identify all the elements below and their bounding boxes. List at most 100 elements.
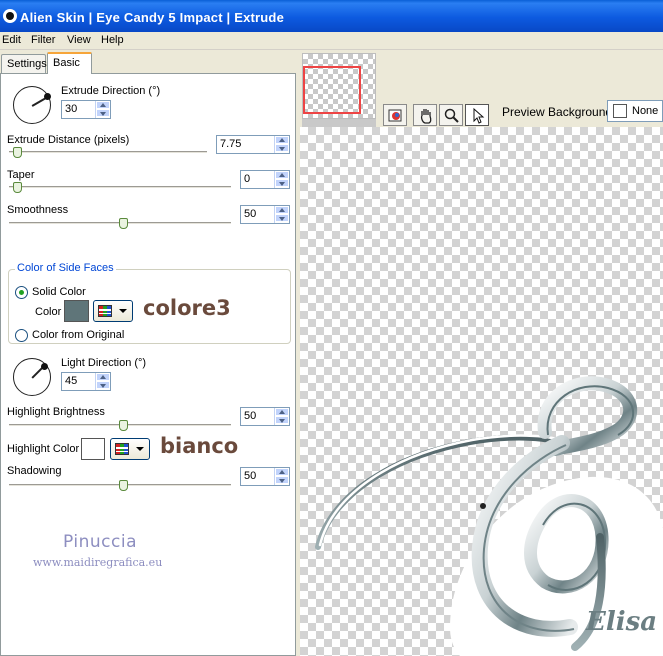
color-palette-icon [115, 443, 129, 455]
preview-canvas[interactable]: Elisa [298, 127, 663, 656]
side-face-color-picker-button[interactable] [93, 300, 133, 322]
color-from-original-label[interactable]: Color from Original [32, 329, 124, 341]
basic-tab-content: Extrude Direction (°) 30 Extrude Distanc… [0, 73, 296, 656]
light-direction-label: Light Direction (°) [61, 357, 147, 369]
side-faces-title: Color of Side Faces [15, 262, 116, 274]
preview-background-label: Preview Background: [502, 105, 616, 119]
preview-background-value: None [632, 105, 659, 117]
smoothness-input[interactable]: 50 [240, 205, 290, 224]
hand-icon [420, 109, 432, 124]
side-face-color-swatch[interactable] [64, 300, 89, 322]
highlight-color-swatch[interactable] [81, 438, 105, 460]
zoom-tool-button[interactable] [439, 104, 463, 126]
extrude-direction-dial[interactable] [13, 86, 51, 124]
shadowing-input[interactable]: 50 [240, 467, 290, 486]
menu-help[interactable]: Help [101, 34, 124, 46]
spin-up-icon[interactable] [275, 468, 289, 476]
menu-edit[interactable]: Edit [2, 34, 21, 46]
dial-knob[interactable] [44, 93, 51, 100]
taper-value: 0 [244, 173, 251, 185]
extruded-artwork [315, 376, 663, 656]
solid-color-label[interactable]: Solid Color [32, 286, 86, 298]
light-direction-dial[interactable] [13, 358, 51, 396]
menu-bar: Edit Filter View Help [0, 32, 663, 50]
navigator-view-rect[interactable] [303, 66, 361, 114]
window-title: Alien Skin | Eye Candy 5 Impact | Extrud… [20, 10, 284, 25]
extrude-distance-slider-thumb[interactable] [13, 147, 22, 158]
chevron-down-icon [136, 447, 144, 451]
shadowing-value: 50 [244, 470, 257, 482]
extrude-direction-spinner[interactable] [95, 101, 110, 118]
spin-up-icon[interactable] [275, 408, 289, 416]
spin-up-icon[interactable] [96, 101, 110, 109]
solid-color-radio[interactable] [15, 286, 28, 299]
spin-down-icon[interactable] [275, 416, 289, 424]
preview-background-select[interactable]: None [607, 100, 663, 122]
spin-down-icon[interactable] [96, 109, 110, 117]
taper-slider-track[interactable] [9, 186, 231, 189]
spin-down-icon[interactable] [96, 381, 110, 389]
taper-spinner[interactable] [274, 171, 289, 188]
settings-panel: Settings Basic Extrude Direction (°) 30 … [0, 50, 298, 656]
artwork-signature: Elisa [586, 607, 658, 637]
side-color-annotation: colore3 [143, 296, 231, 320]
highlight-brightness-spinner[interactable] [274, 408, 289, 425]
highlight-color-picker-button[interactable] [110, 438, 150, 460]
light-direction-input[interactable]: 45 [61, 372, 111, 391]
extrude-distance-label: Extrude Distance (pixels) [7, 134, 130, 146]
navigator-frame [302, 119, 376, 127]
highlight-brightness-label: Highlight Brightness [7, 406, 105, 418]
extrude-distance-spinner[interactable] [274, 136, 289, 153]
title-bar: Alien Skin | Eye Candy 5 Impact | Extrud… [0, 0, 663, 32]
spin-down-icon[interactable] [275, 476, 289, 484]
extrude-distance-input[interactable]: 7.75 [216, 135, 290, 154]
chevron-down-icon [119, 309, 127, 313]
extrude-direction-label: Extrude Direction (°) [61, 85, 161, 97]
color-from-original-radio[interactable] [15, 329, 28, 342]
extrude-distance-slider-track[interactable] [9, 151, 207, 154]
hand-tool-button[interactable] [413, 104, 437, 126]
extrude-distance-value: 7.75 [220, 138, 242, 150]
spin-up-icon[interactable] [96, 373, 110, 381]
watermark-name: Pinuccia [63, 532, 137, 552]
light-direction-value: 45 [65, 375, 78, 387]
tab-basic[interactable]: Basic [47, 52, 92, 74]
spin-down-icon[interactable] [275, 179, 289, 187]
spin-down-icon[interactable] [275, 214, 289, 222]
menu-filter[interactable]: Filter [31, 34, 55, 46]
pointer-tool-button[interactable] [465, 104, 489, 126]
extrude-direction-value: 30 [65, 103, 78, 115]
highlight-brightness-value: 50 [244, 410, 257, 422]
spin-up-icon[interactable] [275, 171, 289, 179]
shadowing-slider-thumb[interactable] [119, 480, 128, 491]
highlight-brightness-input[interactable]: 50 [240, 407, 290, 426]
shadowing-spinner[interactable] [274, 468, 289, 485]
spin-down-icon[interactable] [275, 144, 289, 152]
spin-up-icon[interactable] [275, 136, 289, 144]
highlight-color-annotation: bianco [160, 434, 239, 458]
shadowing-label: Shadowing [7, 465, 62, 477]
dial-knob[interactable] [41, 363, 48, 370]
taper-input[interactable]: 0 [240, 170, 290, 189]
smoothness-value: 50 [244, 208, 257, 220]
highlight-color-label: Highlight Color [7, 443, 80, 455]
smoothness-spinner[interactable] [274, 206, 289, 223]
extrude-direction-input[interactable]: 30 [61, 100, 111, 119]
highlight-brightness-slider-thumb[interactable] [119, 420, 128, 431]
light-direction-spinner[interactable] [95, 373, 110, 390]
watermark-url: www.maidiregrafica.eu [33, 556, 163, 569]
color-palette-icon [98, 305, 112, 317]
preview-toggle-button[interactable] [383, 104, 407, 126]
spin-up-icon[interactable] [275, 206, 289, 214]
preview-background-swatch [613, 104, 627, 118]
app-icon [3, 9, 17, 23]
zoom-icon [444, 108, 459, 123]
tab-settings[interactable]: Settings [1, 54, 47, 73]
smoothness-label: Smoothness [7, 204, 69, 216]
menu-view[interactable]: View [67, 34, 91, 46]
preview-icon [388, 109, 402, 122]
taper-slider-thumb[interactable] [13, 182, 22, 193]
color-label: Color [35, 306, 62, 318]
pointer-icon [473, 107, 485, 124]
smoothness-slider-thumb[interactable] [119, 218, 128, 229]
